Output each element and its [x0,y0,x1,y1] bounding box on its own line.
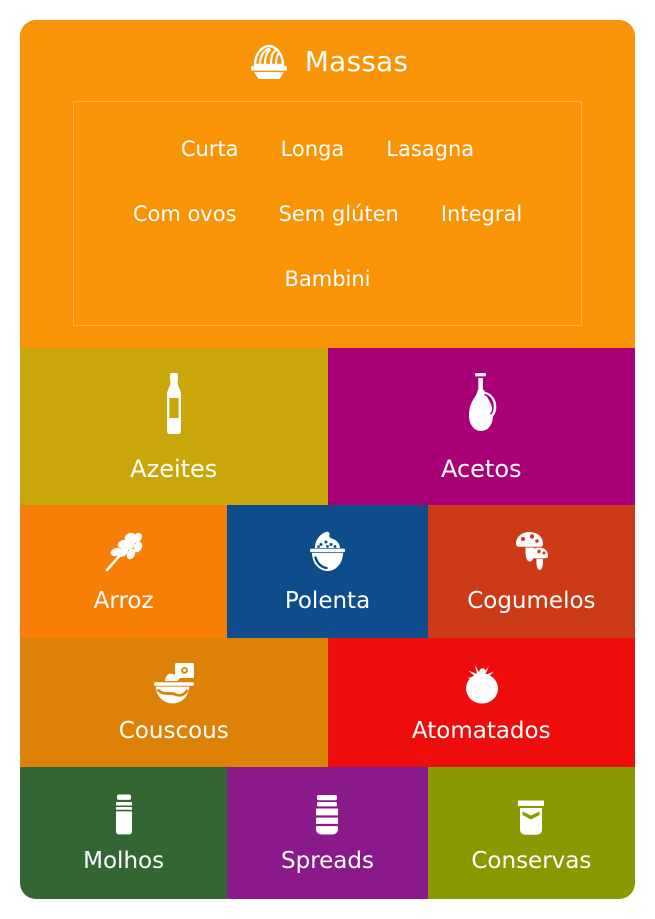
tile-atomatados[interactable]: Atomatados [327,638,635,767]
pasta-bowl-icon [247,43,291,81]
massas-tag-box: Curta Longa Lasagna Com ovos Sem glúten … [73,101,582,326]
tile-label-spreads: Spreads [281,847,374,874]
tile-label-arroz: Arroz [93,588,154,614]
tomato-icon [456,662,506,706]
tile-label-couscous: Couscous [118,718,229,744]
tile-row-2: Arroz Polenta Cogumelos [20,505,635,638]
tile-spreads[interactable]: Spreads [227,767,428,899]
spread-jar-icon [308,794,346,838]
tag-curta[interactable]: Curta [177,135,243,163]
tile-label-azeites: Azeites [130,454,218,483]
tile-label-cogumelos: Cogumelos [467,588,596,614]
category-board: Massas Curta Longa Lasagna Com ovos Sem … [20,20,635,899]
tag-integral[interactable]: Integral [437,200,526,228]
preserve-jar-icon [512,794,550,838]
wheat-stalk-icon [101,530,147,574]
tile-label-molhos: Molhos [83,847,165,874]
tag-row-2: Com ovos Sem glúten Integral [74,200,581,228]
bowl-spoon-icon [149,662,199,706]
tile-acetos[interactable]: Acetos [327,348,635,505]
header-title-row: Massas [20,20,635,79]
vinegar-cruet-icon [464,372,498,435]
tile-polenta[interactable]: Polenta [227,505,428,638]
tile-row-1: Azeites Acetos [20,348,635,505]
tile-row-4: Molhos Spreads Conservas [20,767,635,899]
tile-couscous[interactable]: Couscous [20,638,328,767]
tag-lasagna[interactable]: Lasagna [382,135,478,163]
tile-label-atomatados: Atomatados [411,718,551,744]
tile-azeites[interactable]: Azeites [20,348,328,505]
tile-label-acetos: Acetos [440,454,522,483]
mushrooms-icon [508,530,554,574]
tile-label-conservas: Conservas [471,847,592,874]
header-title: Massas [304,45,409,78]
massas-header[interactable]: Massas Curta Longa Lasagna Com ovos Sem … [20,20,635,348]
tag-com-ovos[interactable]: Com ovos [129,200,241,228]
tag-row-1: Curta Longa Lasagna [74,135,581,163]
tag-sem-gluten[interactable]: Sem glúten [275,200,403,228]
tag-longa[interactable]: Longa [277,135,349,163]
tile-molhos[interactable]: Molhos [20,767,228,899]
oil-bottle-icon [157,372,191,435]
tile-conservas[interactable]: Conservas [427,767,635,899]
tile-label-polenta: Polenta [284,588,371,614]
rice-bowl-icon [304,530,350,574]
sauce-bottle-icon [105,794,143,838]
tile-arroz[interactable]: Arroz [20,505,228,638]
tag-bambini[interactable]: Bambini [280,265,374,293]
tag-row-3: Bambini [74,265,581,293]
tile-cogumelos[interactable]: Cogumelos [427,505,635,638]
tile-row-3: Couscous Atomatados [20,638,635,767]
